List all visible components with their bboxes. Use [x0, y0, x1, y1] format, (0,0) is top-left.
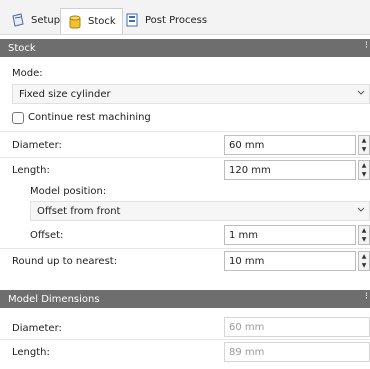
mode-select-value: Fixed size cylinder — [19, 88, 111, 100]
setup-icon — [10, 12, 26, 28]
length-input-value: 120 mm — [229, 164, 271, 176]
post-process-icon — [124, 12, 140, 28]
divider — [0, 131, 370, 132]
divider — [0, 248, 370, 249]
tab-setup[interactable]: Setup — [4, 8, 66, 32]
length-label: Length: — [12, 165, 50, 176]
diameter-input-value: 60 mm — [229, 139, 265, 151]
length-spinner[interactable]: ▲ ▼ — [358, 160, 370, 180]
model-length-label: Length: — [12, 347, 50, 358]
diameter-spinner[interactable]: ▲ ▼ — [358, 135, 370, 155]
length-input[interactable]: 120 mm — [224, 160, 356, 180]
model-position-select-value: Offset from front — [37, 205, 121, 217]
tab-stock[interactable]: Stock — [60, 8, 123, 34]
tab-setup-label: Setup — [31, 14, 61, 26]
model-length-field: 89 mm — [224, 342, 370, 362]
mode-label: Mode: — [12, 68, 43, 79]
round-up-input-value: 10 mm — [229, 255, 265, 267]
model-dimensions-section-title: Model Dimensions — [8, 293, 100, 305]
model-position-label: Model position: — [30, 186, 107, 197]
stock-section-header[interactable]: Stock ⁝ — [0, 39, 370, 57]
offset-input[interactable]: 1 mm — [224, 225, 356, 245]
stock-icon — [67, 14, 83, 30]
model-position-select[interactable]: Offset from front — [30, 201, 370, 221]
diameter-input[interactable]: 60 mm — [224, 135, 356, 155]
mode-select[interactable]: Fixed size cylinder — [12, 84, 370, 104]
offset-label: Offset: — [30, 230, 64, 241]
divider — [0, 157, 370, 158]
continue-rest-label: Continue rest machining — [28, 112, 151, 123]
continue-rest-checkbox[interactable] — [12, 112, 24, 124]
round-up-input[interactable]: 10 mm — [224, 251, 356, 271]
model-diameter-label: Diameter: — [12, 323, 62, 334]
offset-input-value: 1 mm — [229, 229, 259, 241]
model-diameter-value: 60 mm — [229, 321, 265, 333]
collapse-icon[interactable]: ⁝ — [365, 291, 368, 302]
chevron-down-icon — [357, 207, 365, 212]
divider — [0, 339, 370, 340]
round-up-label: Round up to nearest: — [12, 256, 118, 267]
round-up-spinner[interactable]: ▲ ▼ — [358, 251, 370, 271]
diameter-label: Diameter: — [12, 140, 62, 151]
model-length-value: 89 mm — [229, 346, 265, 358]
model-dimensions-section-header[interactable]: Model Dimensions ⁝ — [0, 290, 370, 308]
model-diameter-field: 60 mm — [224, 317, 370, 337]
tab-stock-label: Stock — [88, 16, 116, 27]
tab-post-process-label: Post Process — [145, 14, 208, 26]
stock-section-title: Stock — [8, 42, 36, 54]
chevron-down-icon — [357, 90, 365, 95]
tab-post-process[interactable]: Post Process — [118, 8, 213, 32]
collapse-icon[interactable]: ⁝ — [365, 40, 368, 51]
offset-spinner[interactable]: ▲ ▼ — [358, 225, 370, 245]
